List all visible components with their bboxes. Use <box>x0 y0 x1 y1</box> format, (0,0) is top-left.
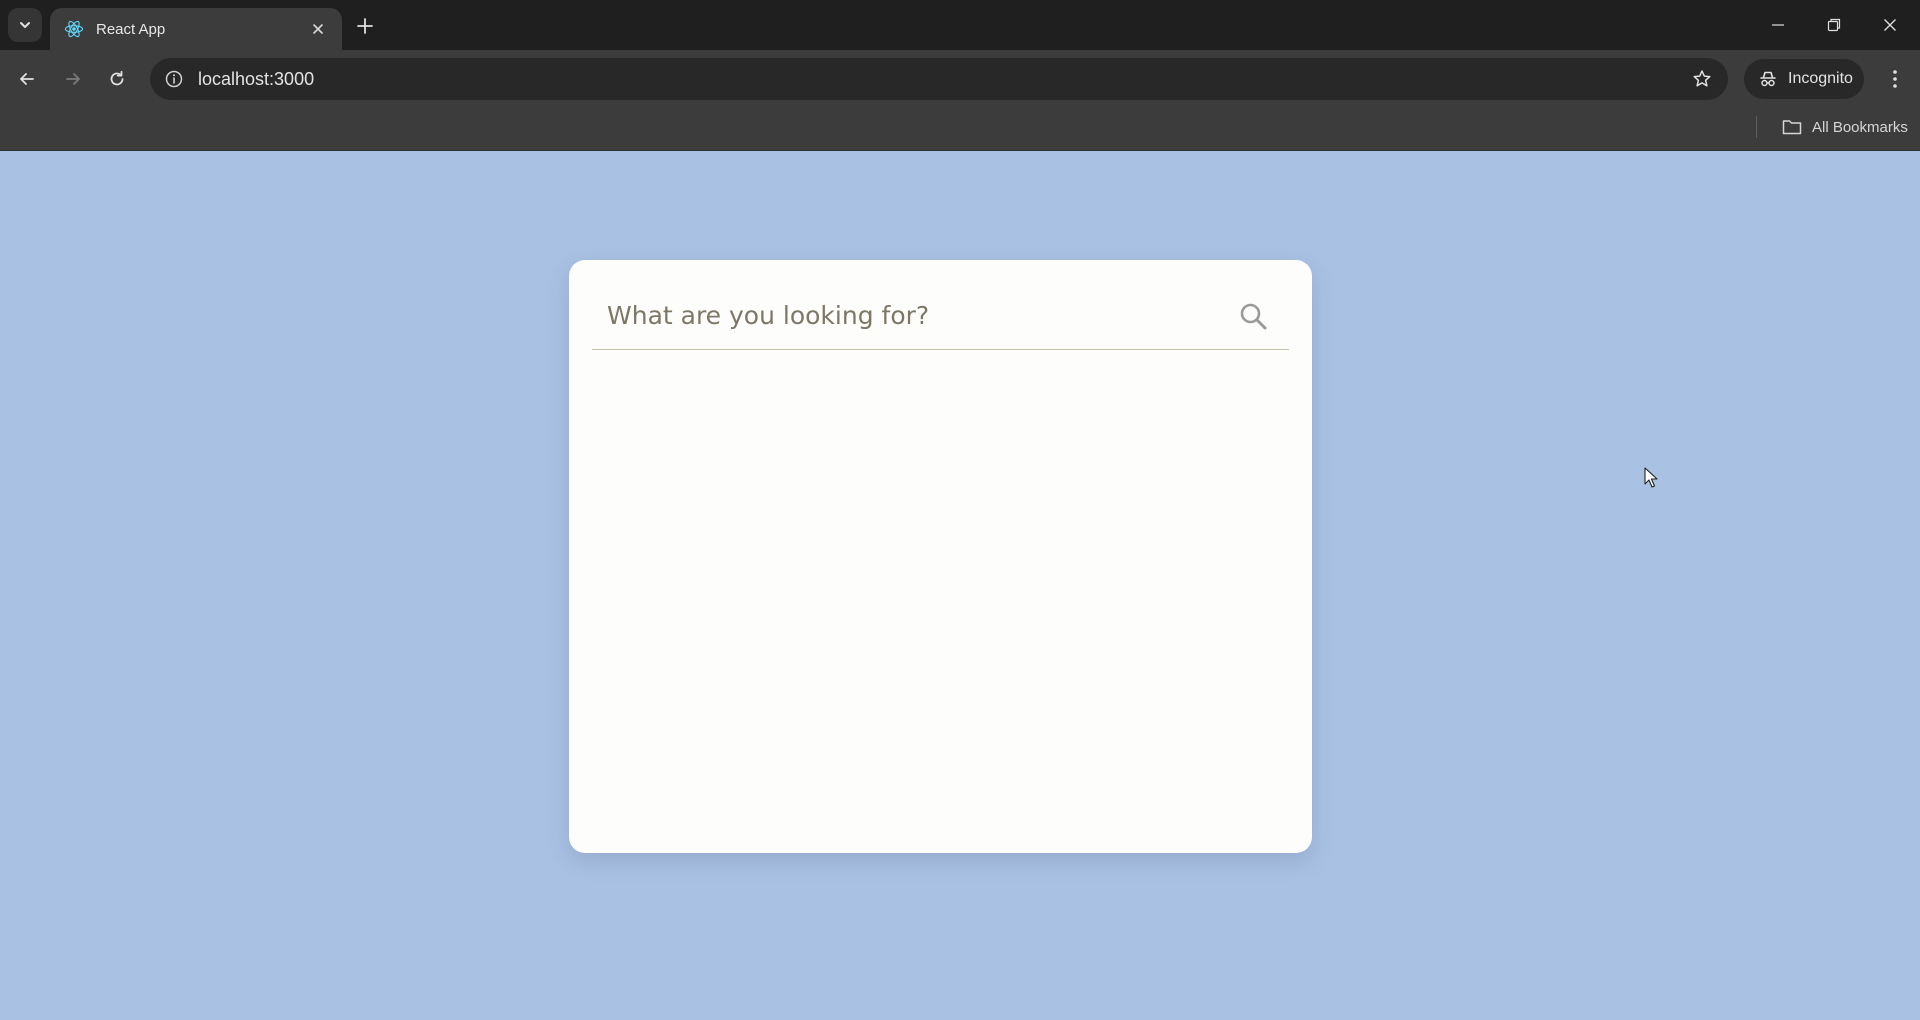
arrow-right-icon <box>66 73 80 85</box>
restore-button[interactable] <box>1806 0 1862 50</box>
address-input[interactable] <box>198 68 1498 90</box>
react-logo-icon <box>64 20 84 38</box>
address-bar[interactable] <box>150 58 1728 100</box>
incognito-profile-chip[interactable]: Incognito <box>1744 59 1864 99</box>
chevron-down-icon <box>20 22 30 28</box>
reload-icon <box>110 70 124 86</box>
incognito-icon <box>1760 71 1776 87</box>
folder-icon <box>1782 120 1802 135</box>
bookmark-star-button[interactable] <box>1690 67 1714 91</box>
tab-title: React App <box>96 20 166 38</box>
forward-button[interactable] <box>56 62 90 96</box>
arrow-left-icon <box>20 73 34 85</box>
browser-toolbar: Incognito <box>0 50 1920 108</box>
search-bar <box>592 282 1289 350</box>
search-input[interactable] <box>592 282 1225 349</box>
all-bookmarks-label: All Bookmarks <box>1812 118 1908 136</box>
tab-react-app[interactable]: React App <box>50 8 342 50</box>
bookmarks-bar: All Bookmarks <box>0 108 1920 151</box>
browser-menu-button[interactable] <box>1878 62 1912 96</box>
info-icon[interactable] <box>164 69 184 89</box>
search-icon <box>1240 303 1267 329</box>
browser-tabstrip: React App <box>0 0 1920 50</box>
mouse-cursor-icon <box>1644 467 1658 488</box>
star-icon <box>1693 70 1711 87</box>
new-tab-button[interactable] <box>350 11 380 41</box>
plus-icon <box>357 18 373 34</box>
restore-icon <box>1827 18 1841 32</box>
tab-close-button[interactable] <box>306 17 330 41</box>
reload-button[interactable] <box>100 62 134 96</box>
all-bookmarks-button[interactable]: All Bookmarks <box>1776 112 1914 142</box>
search-button[interactable] <box>1225 288 1281 344</box>
page-content <box>0 151 1920 1020</box>
bookmarks-separator <box>1756 116 1757 138</box>
search-card <box>569 260 1312 853</box>
minimize-button[interactable] <box>1750 0 1806 50</box>
incognito-label: Incognito <box>1788 70 1853 87</box>
minimize-icon <box>1772 24 1784 26</box>
more-vertical-icon <box>1893 70 1897 88</box>
tab-search-button[interactable] <box>8 8 42 42</box>
close-icon <box>1884 19 1896 31</box>
window-close-button[interactable] <box>1862 0 1918 50</box>
back-button[interactable] <box>10 62 44 96</box>
close-icon <box>313 24 323 34</box>
